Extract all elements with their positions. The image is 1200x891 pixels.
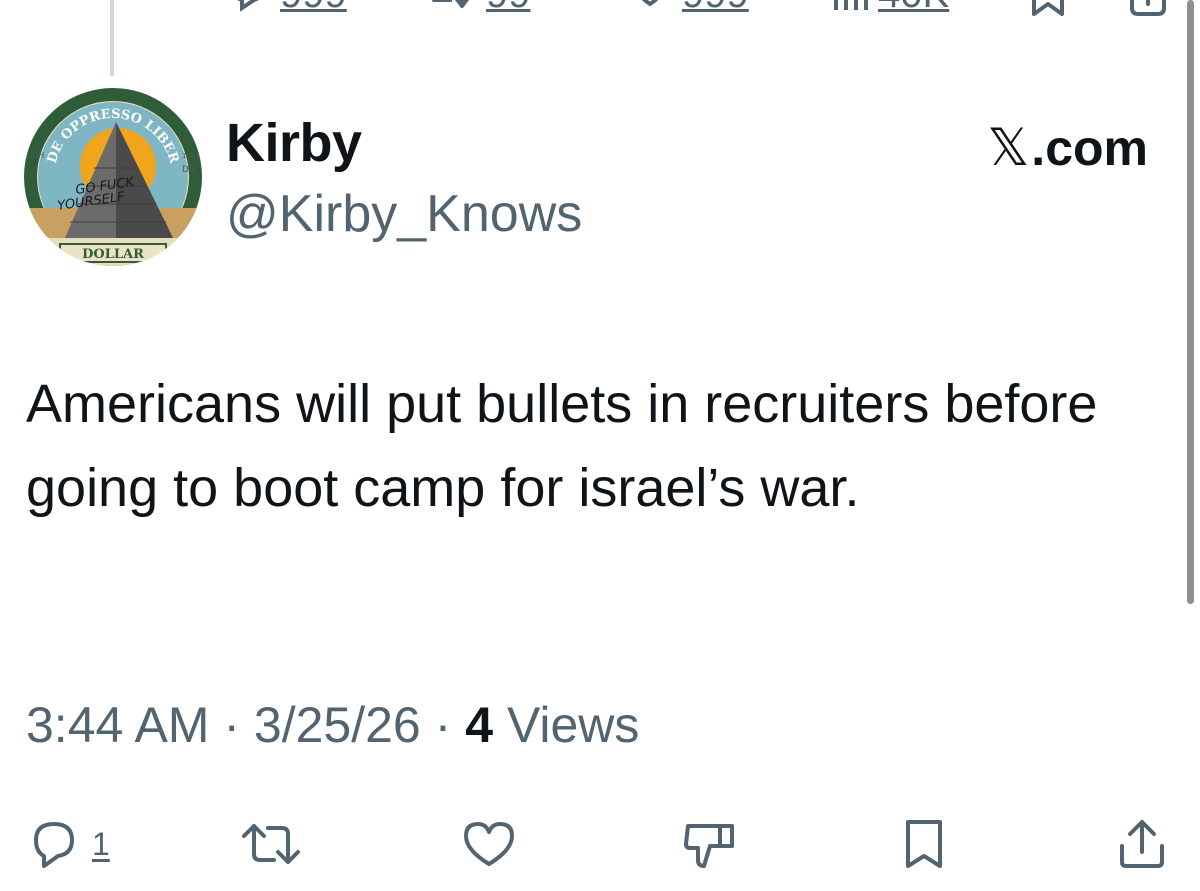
tweet-time[interactable]: 3:44 AM — [26, 697, 209, 753]
dislike-action[interactable] — [680, 816, 738, 872]
prev-reply-action[interactable]: 999 — [228, 0, 347, 14]
prev-views-action[interactable]: 40K — [832, 0, 949, 14]
svg-text:D9: D9 — [182, 165, 195, 175]
prev-views-count: 40K — [878, 0, 949, 14]
scrollbar[interactable] — [1187, 0, 1194, 604]
prev-bookmark-action[interactable] — [1030, 0, 1066, 18]
retweet-icon — [242, 824, 300, 864]
share-icon — [1130, 0, 1166, 16]
views-icon — [834, 0, 868, 10]
author-display-name[interactable]: Kirby — [226, 112, 362, 174]
reply-count: 1 — [92, 825, 110, 862]
previous-tweet-action-bar: 999 99 999 40K — [0, 0, 1200, 18]
bookmark-icon — [906, 820, 942, 868]
share-icon — [1120, 820, 1164, 868]
avatar[interactable]: DE OPPRESSO LIBER GO FUCK YOURSELF DOLLA… — [24, 88, 202, 266]
tweet-date[interactable]: 3/25/26 — [254, 697, 421, 753]
pyramid-seal-avatar-image: DE OPPRESSO LIBER GO FUCK YOURSELF DOLLA… — [24, 88, 202, 266]
prev-share-action[interactable] — [1128, 0, 1168, 18]
thread-connector-line — [110, 0, 114, 76]
prev-reply-count: 999 — [280, 0, 347, 14]
x-logo-icon: 𝕏 — [987, 118, 1030, 178]
prev-like-count: 999 — [682, 0, 749, 14]
dislike-icon — [684, 824, 734, 868]
like-icon — [641, 0, 659, 7]
reply-action[interactable]: 1 — [26, 816, 110, 872]
bookmark-icon — [1032, 0, 1064, 16]
x-brand-label: 𝕏 .com — [987, 118, 1148, 178]
svg-text:1031: 1031 — [182, 152, 200, 160]
bookmark-action[interactable] — [898, 816, 950, 872]
tweet-text: Americans will put bullets in recruiters… — [26, 374, 1098, 518]
reply-icon — [237, 0, 260, 12]
share-action[interactable] — [1114, 816, 1170, 872]
svg-text:OH: OH — [32, 151, 44, 160]
brand-domain-suffix: .com — [1031, 120, 1148, 176]
meta-separator: · — [434, 697, 452, 753]
author-handle[interactable]: @Kirby_Knows — [226, 184, 582, 244]
retweet-action[interactable] — [240, 816, 302, 872]
meta-separator: · — [223, 697, 241, 753]
like-action[interactable] — [460, 816, 518, 872]
prev-retweet-count: 99 — [486, 0, 531, 14]
tweet-action-bar: 1 — [0, 816, 1200, 880]
views-label: Views — [506, 697, 640, 753]
prev-retweet-action[interactable]: 99 — [428, 0, 531, 14]
prev-like-action[interactable]: 999 — [628, 0, 749, 14]
tweet-meta: 3:44 AM · 3/25/26 · 4 Views — [26, 696, 639, 754]
views-count: 4 — [465, 697, 494, 753]
svg-text:DOLLAR: DOLLAR — [82, 247, 144, 262]
like-icon — [464, 822, 514, 866]
reply-icon — [34, 822, 74, 868]
retweet-icon — [432, 0, 469, 8]
